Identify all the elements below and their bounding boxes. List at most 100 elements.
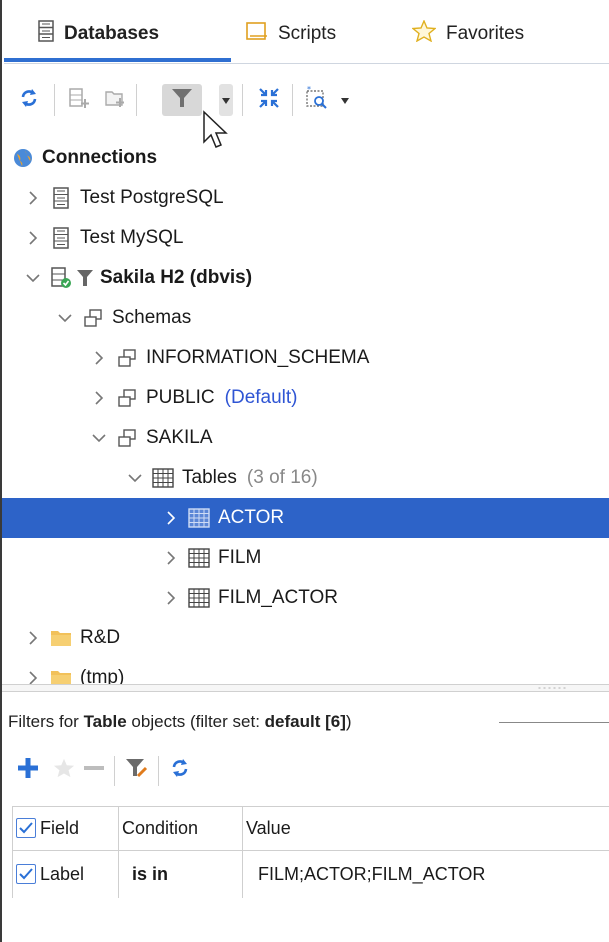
connections-globe-icon xyxy=(12,147,34,169)
tab-label: Scripts xyxy=(278,23,337,44)
tree-node-sakila-schema[interactable]: SAKILA xyxy=(2,418,609,458)
wizard-dropdown[interactable] xyxy=(338,84,352,116)
add-filter-button[interactable] xyxy=(14,754,42,786)
schema-icon xyxy=(82,307,104,329)
column-header-condition[interactable]: Condition xyxy=(122,806,198,850)
add-folder-button[interactable] xyxy=(100,84,130,116)
tree-node-label: Connections xyxy=(42,147,158,168)
tree-node-tmp[interactable]: (tmp) xyxy=(2,658,609,684)
filter-icon xyxy=(170,87,194,114)
tree-node-film-actor[interactable]: FILM_ACTOR xyxy=(2,578,609,618)
svg-text:*: * xyxy=(307,86,311,94)
filter-title-middle: objects (filter set: xyxy=(126,712,265,731)
remove-filter-button[interactable] xyxy=(80,754,108,786)
schema-icon xyxy=(116,347,138,369)
table-col-divider xyxy=(118,806,119,898)
tree-node-label: Sakila H2 (dbvis) xyxy=(100,267,253,288)
tab-label: Databases xyxy=(64,23,160,44)
table-icon xyxy=(188,507,210,529)
filter-title-object: Table xyxy=(83,712,127,731)
tree-node-public[interactable]: PUBLIC (Default) xyxy=(2,378,609,418)
tab-scripts[interactable]: Scripts xyxy=(246,14,336,54)
filter-title-rule xyxy=(499,722,609,723)
filter-settings-button[interactable] xyxy=(122,754,150,786)
chevron-down-icon[interactable] xyxy=(126,469,144,487)
toolbar-separator xyxy=(54,84,55,116)
tree-node-test-mysql[interactable]: Test MySQL xyxy=(2,218,609,258)
chevron-right-icon[interactable] xyxy=(24,189,42,207)
column-header-label: Condition xyxy=(122,817,199,838)
tree-node-sakila-h2[interactable]: Sakila H2 (dbvis) xyxy=(2,258,609,298)
chevron-right-icon[interactable] xyxy=(24,669,42,684)
splitter-grip[interactable] xyxy=(537,687,567,689)
tree-node-label: R&D xyxy=(80,627,121,648)
tree-node-connections[interactable]: Connections xyxy=(2,138,609,178)
star-icon xyxy=(411,19,437,48)
new-connection-wizard-button[interactable]: * xyxy=(302,84,332,116)
chevron-right-icon[interactable] xyxy=(90,389,108,407)
tree-node-information-schema[interactable]: INFORMATION_SCHEMA xyxy=(2,338,609,378)
tab-favorites[interactable]: Favorites xyxy=(411,14,524,54)
toolbar-separator xyxy=(292,84,293,116)
panel-splitter[interactable] xyxy=(2,684,609,692)
filter-settings-icon xyxy=(124,756,148,785)
database-tree: Connections Test PostgreSQL Test MySQL S… xyxy=(2,138,609,684)
column-header-value[interactable]: Value xyxy=(246,806,291,850)
tree-toolbar: * xyxy=(2,74,609,148)
toolbar-separator xyxy=(136,84,137,116)
row-field-value: Label xyxy=(40,863,85,884)
chevron-right-icon[interactable] xyxy=(162,549,180,567)
tab-bar-divider xyxy=(4,63,609,64)
tree-node-actor[interactable]: ACTOR xyxy=(2,498,609,538)
filter-set-name: default [6] xyxy=(264,712,346,731)
tree-node-label: PUBLIC xyxy=(146,387,215,408)
select-all-checkbox[interactable] xyxy=(16,818,36,838)
tree-node-test-postgresql[interactable]: Test PostgreSQL xyxy=(2,178,609,218)
folder-icon xyxy=(50,667,72,684)
database-icon xyxy=(50,227,72,249)
table-row-value[interactable]: FILM;ACTOR;FILM_ACTOR xyxy=(258,852,485,896)
add-connection-button[interactable] xyxy=(64,84,94,116)
add-connection-icon xyxy=(68,87,90,114)
chevron-down-icon[interactable] xyxy=(56,309,74,327)
table-row-field[interactable]: Label xyxy=(16,852,84,896)
tab-bar: Databases Scripts Favorites xyxy=(2,0,609,64)
chevron-right-icon[interactable] xyxy=(90,349,108,367)
tree-node-label: Test MySQL xyxy=(80,227,184,248)
chevron-down-icon xyxy=(341,91,349,109)
row-enabled-checkbox[interactable] xyxy=(16,864,36,884)
tree-node-label: Test PostgreSQL xyxy=(80,187,224,208)
schema-icon xyxy=(116,387,138,409)
table-icon xyxy=(188,587,210,609)
table-header-divider xyxy=(12,850,609,851)
column-header-label: Value xyxy=(246,817,291,838)
add-folder-icon xyxy=(104,87,126,114)
chevron-right-icon[interactable] xyxy=(162,589,180,607)
chevron-down-icon[interactable] xyxy=(24,269,42,287)
chevron-right-icon[interactable] xyxy=(162,509,180,527)
chevron-down-icon[interactable] xyxy=(90,429,108,447)
filter-toolbar-separator xyxy=(158,756,159,786)
script-icon xyxy=(246,21,268,47)
table-row-condition[interactable]: is in xyxy=(132,852,168,896)
tree-node-r-and-d[interactable]: R&D xyxy=(2,618,609,658)
tree-node-label: ACTOR xyxy=(218,507,285,528)
favorite-filter-button[interactable] xyxy=(50,754,78,786)
tree-node-label: FILM_ACTOR xyxy=(218,587,339,608)
refresh-button[interactable] xyxy=(14,84,44,116)
column-header-field[interactable]: Field xyxy=(16,806,79,850)
tab-databases[interactable]: Databases xyxy=(38,14,159,54)
refresh-filter-button[interactable] xyxy=(166,754,194,786)
tree-node-tables[interactable]: Tables (3 of 16) xyxy=(2,458,609,498)
filter-active-icon xyxy=(76,269,94,287)
filter-button[interactable] xyxy=(162,84,202,116)
collapse-all-button[interactable] xyxy=(254,84,284,116)
filter-toolbar-separator xyxy=(114,756,115,786)
chevron-right-icon[interactable] xyxy=(24,229,42,247)
tree-node-film[interactable]: FILM xyxy=(2,538,609,578)
chevron-right-icon[interactable] xyxy=(24,629,42,647)
refresh-icon xyxy=(170,758,190,783)
tree-node-label: INFORMATION_SCHEMA xyxy=(146,347,370,368)
row-condition-value: is in xyxy=(132,863,169,884)
tree-node-schemas[interactable]: Schemas xyxy=(2,298,609,338)
